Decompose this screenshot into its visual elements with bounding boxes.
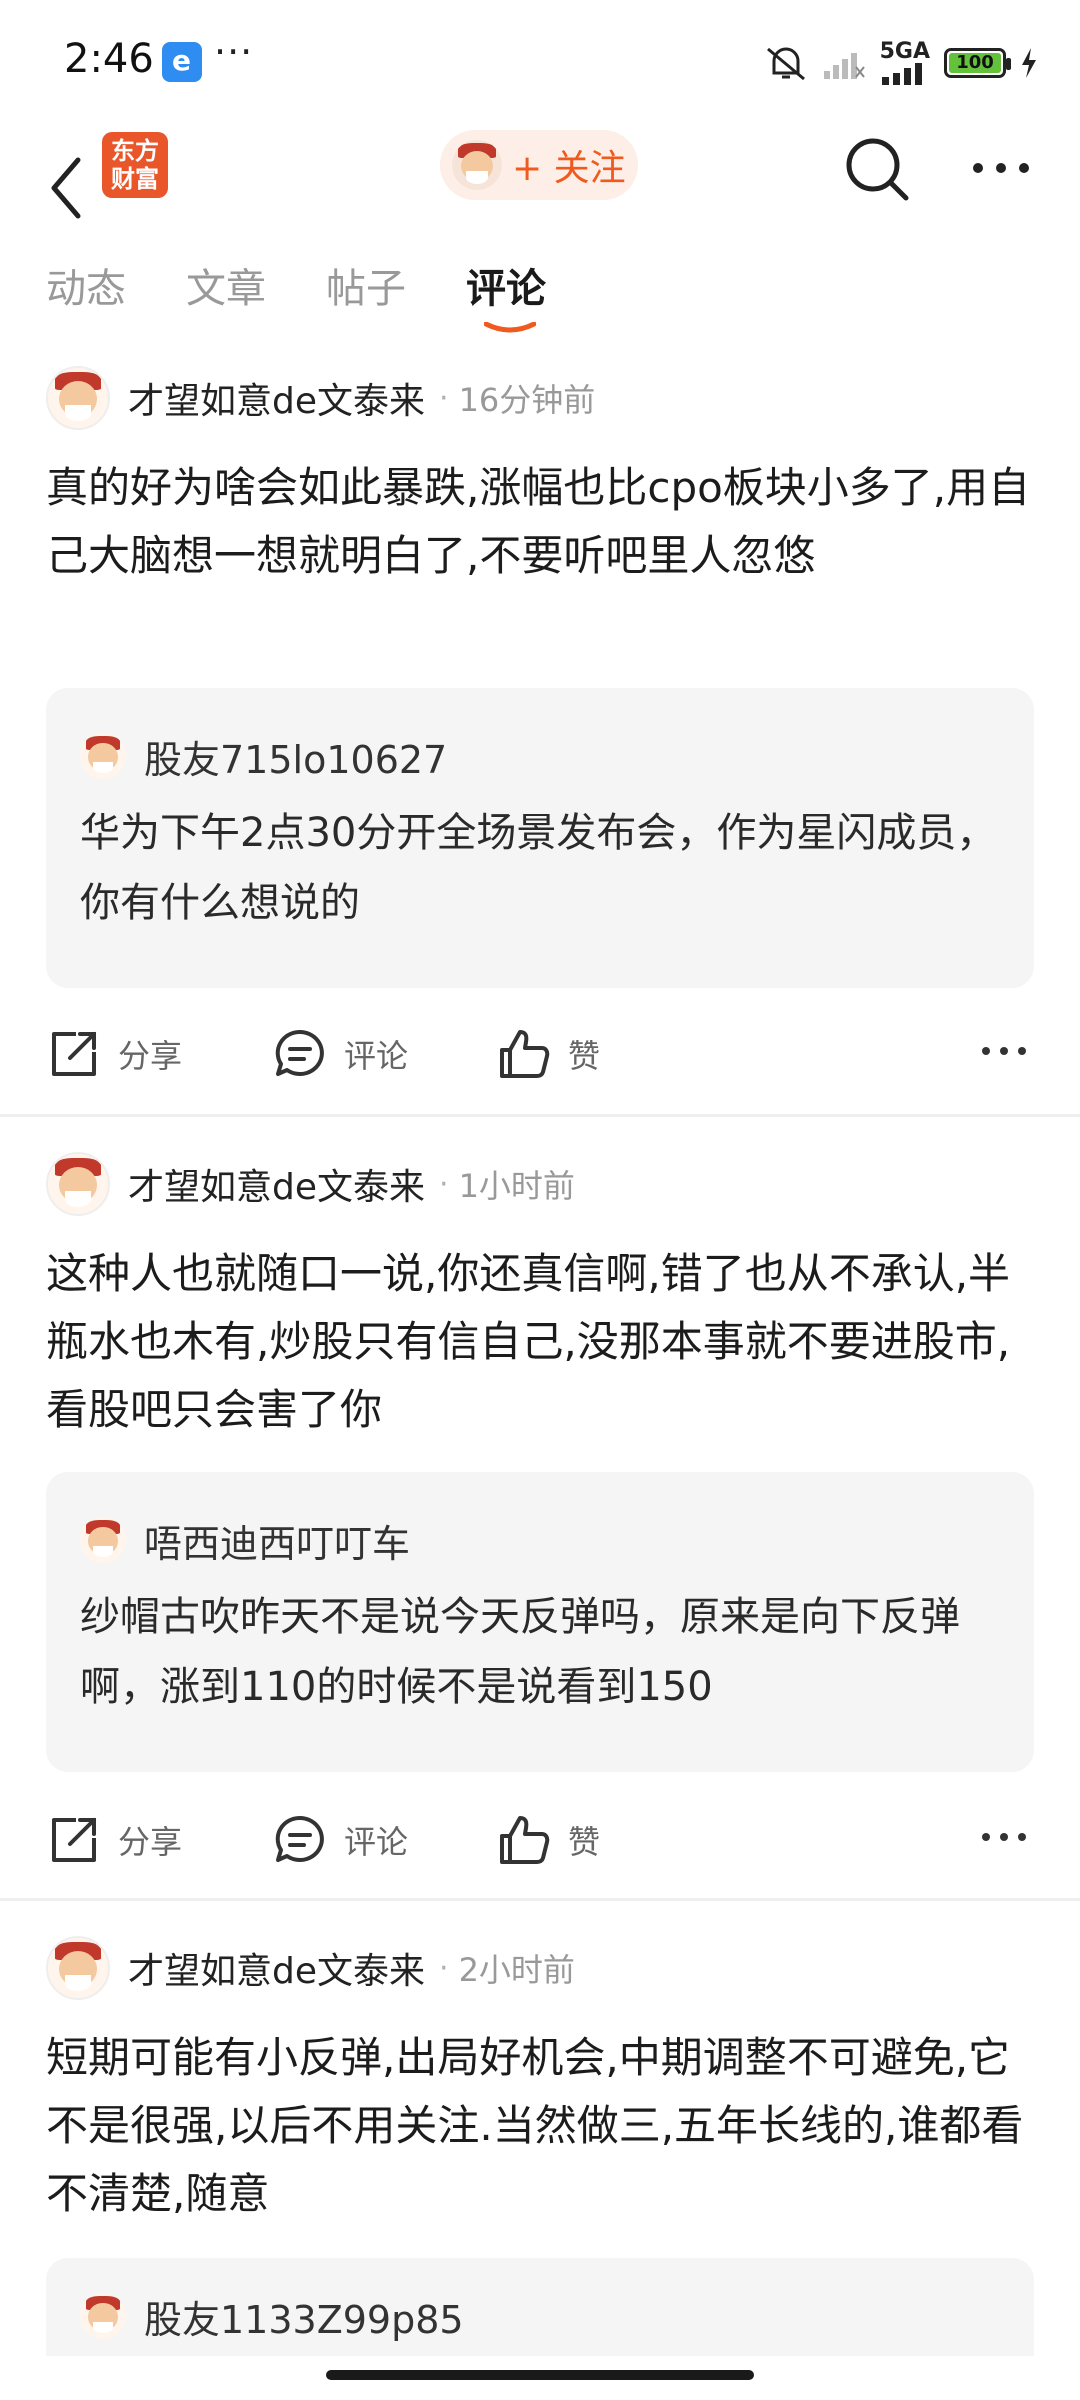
status-time: 2:46 xyxy=(64,36,154,82)
profile-tabs: 动态 文章 帖子 评论 xyxy=(0,256,1080,346)
share-button[interactable]: 分享 xyxy=(46,1800,182,1880)
network-type: 5GA xyxy=(879,39,930,64)
comment-text[interactable]: 真的好为啥会如此暴跌,涨幅也比cpo板块小多了,用自己大脑想一想就明白了,不要听… xyxy=(46,454,1036,590)
top-navigation: 东方 财富 + 关注 xyxy=(0,120,1080,256)
post-time: 16分钟前 xyxy=(458,381,596,419)
mute-vibrate-icon xyxy=(766,47,805,81)
charging-icon xyxy=(1022,48,1036,78)
app-notification-icon xyxy=(162,42,202,82)
back-arrow-icon[interactable] xyxy=(42,150,98,226)
comment-icon xyxy=(275,1815,324,1862)
follow-label: + 关注 xyxy=(512,148,626,189)
eastmoney-logo[interactable]: 东方 财富 xyxy=(102,132,168,198)
share-button[interactable]: 分享 xyxy=(46,1014,182,1094)
avatar[interactable] xyxy=(46,366,110,430)
quoted-post[interactable]: 股友1133Z99p85 xyxy=(46,2258,1034,2356)
comment-label: 评论 xyxy=(344,1037,409,1075)
quoted-avatar xyxy=(80,1517,126,1563)
divider xyxy=(0,1898,1080,1901)
status-bar: 2:46 ··· 5GA 100 xyxy=(0,0,1080,120)
separator-dot: · xyxy=(439,1950,449,1986)
signal-weak-icon xyxy=(823,53,865,79)
tab-dynamic[interactable]: 动态 xyxy=(46,256,126,314)
share-icon xyxy=(52,1032,96,1076)
share-label: 分享 xyxy=(118,1823,183,1861)
logo-line-2: 财富 xyxy=(111,165,159,193)
avatar[interactable] xyxy=(46,1936,110,2000)
more-icon[interactable] xyxy=(980,1822,1028,1852)
user-avatar xyxy=(452,140,502,190)
separator-dot: · xyxy=(439,1166,449,1202)
logo-line-1: 东方 xyxy=(111,137,159,165)
avatar[interactable] xyxy=(46,1152,110,1216)
quoted-text: 纱帽古吹昨天不是说今天反弹吗，原来是向下反弹啊，涨到110的时候不是说看到150 xyxy=(80,1594,960,1710)
separator-dot: · xyxy=(439,380,449,416)
quoted-avatar xyxy=(80,733,126,779)
signal-icon xyxy=(881,63,922,85)
like-button[interactable]: 赞 xyxy=(496,1800,600,1880)
action-bar: 分享 评论 赞 xyxy=(0,1014,1080,1094)
comment-text[interactable]: 短期可能有小反弹,出局好机会,中期调整不可避免,它不是很强,以后不用关注.当然做… xyxy=(46,2024,1036,2228)
like-button[interactable]: 赞 xyxy=(496,1014,600,1094)
comment-icon xyxy=(275,1029,324,1076)
comment-label: 评论 xyxy=(344,1823,409,1861)
post-time: 2小时前 xyxy=(458,1951,575,1989)
action-bar: 分享 评论 赞 xyxy=(0,1800,1080,1880)
author-name[interactable]: 才望如意de文泰来 xyxy=(128,1942,425,1994)
follow-button[interactable]: + 关注 xyxy=(440,130,638,200)
thumbs-up-icon xyxy=(500,1030,550,1078)
author-name[interactable]: 才望如意de文泰来 xyxy=(128,372,425,424)
divider xyxy=(0,1114,1080,1117)
share-icon xyxy=(52,1818,96,1862)
battery-icon: 100 xyxy=(944,48,1011,78)
quoted-post[interactable]: 股友715lo10627 华为下午2点30分开全场景发布会，作为星闪成员，你有什… xyxy=(46,688,1034,988)
author-name[interactable]: 才望如意de文泰来 xyxy=(128,1158,425,1210)
post-time: 1小时前 xyxy=(458,1167,575,1205)
comment-text[interactable]: 这种人也就随口一说,你还真信啊,错了也从不承认,半瓶水也木有,炒股只有信自己,没… xyxy=(46,1240,1036,1444)
active-tab-indicator xyxy=(484,322,536,333)
quoted-avatar xyxy=(80,2293,126,2339)
search-icon[interactable] xyxy=(840,132,914,206)
more-options-icon[interactable] xyxy=(970,150,1032,186)
quoted-text: 华为下午2点30分开全场景发布会，作为星闪成员，你有什么想说的 xyxy=(80,810,997,926)
comment-button[interactable]: 评论 xyxy=(272,1014,408,1094)
share-label: 分享 xyxy=(118,1037,183,1075)
thumbs-up-icon xyxy=(500,1816,550,1864)
like-label: 赞 xyxy=(568,1823,601,1861)
like-label: 赞 xyxy=(568,1037,601,1075)
quoted-author[interactable]: 股友1133Z99p85 xyxy=(144,2289,464,2344)
tab-comments[interactable]: 评论 xyxy=(466,256,546,314)
comment-button[interactable]: 评论 xyxy=(272,1800,408,1880)
quoted-author[interactable]: 股友715lo10627 xyxy=(144,729,447,784)
battery-level: 100 xyxy=(949,53,1001,73)
tab-posts[interactable]: 帖子 xyxy=(326,256,406,314)
more-icon[interactable] xyxy=(980,1036,1028,1066)
quoted-post[interactable]: 唔西迪西叮叮车 纱帽古吹昨天不是说今天反弹吗，原来是向下反弹啊，涨到110的时候… xyxy=(46,1472,1034,1772)
status-overflow: ··· xyxy=(214,30,254,74)
home-indicator[interactable] xyxy=(326,2370,754,2380)
tab-articles[interactable]: 文章 xyxy=(186,256,266,314)
quoted-author[interactable]: 唔西迪西叮叮车 xyxy=(144,1513,410,1568)
